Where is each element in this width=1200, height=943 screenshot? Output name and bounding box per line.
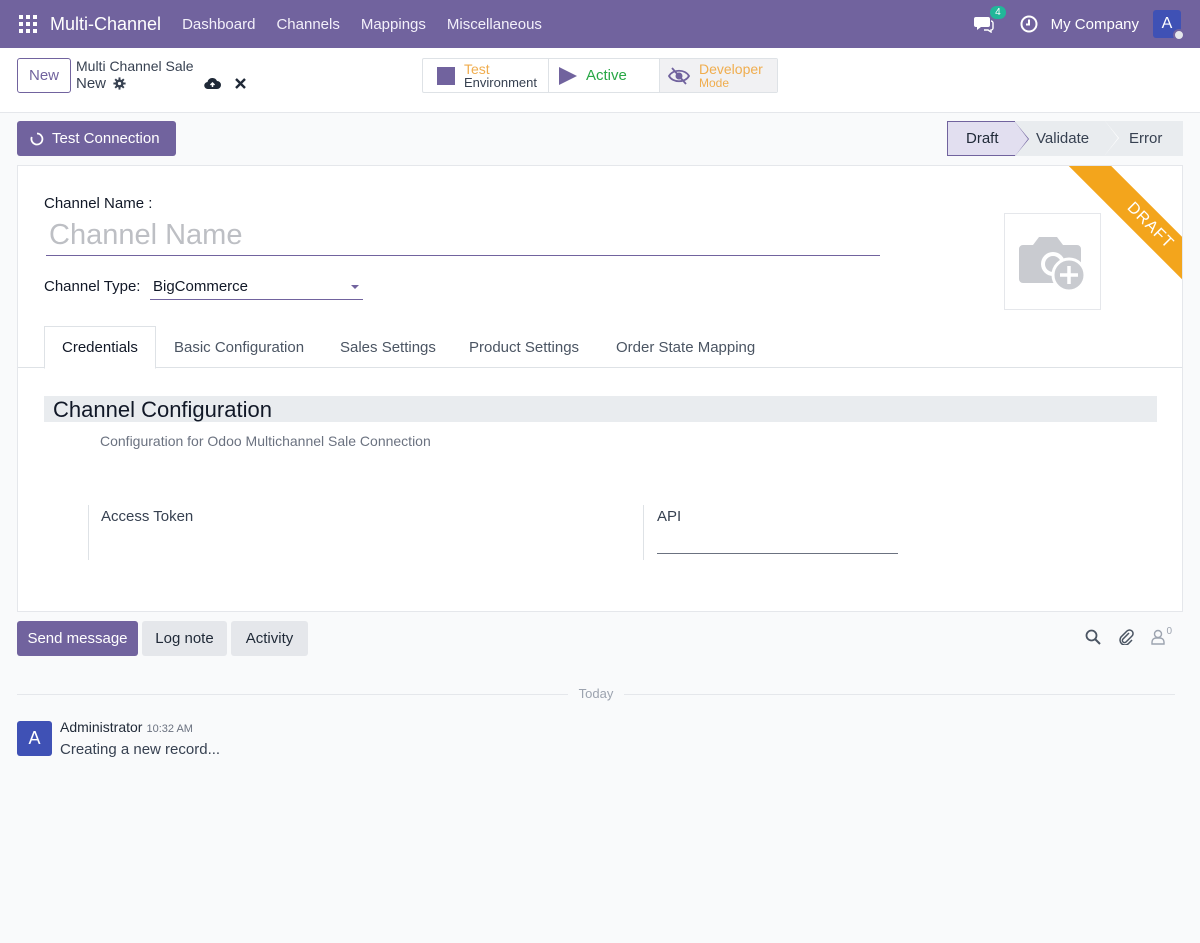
channel-name-label: Channel Name : <box>44 195 153 212</box>
section-description: Configuration for Odoo Multichannel Sale… <box>100 433 431 449</box>
access-token-setting: Access Token <box>88 505 628 560</box>
test-environment-text: Test Environment <box>464 62 537 90</box>
form-sheet: DRAFT Channel Name : Channel Type: BigCo… <box>17 165 1183 612</box>
developer-mode-text: Developer Mode <box>699 62 763 90</box>
channel-type-value: BigCommerce <box>153 277 249 295</box>
stage-error-label: Error <box>1129 130 1163 147</box>
log-note-button[interactable]: Log note <box>142 621 227 656</box>
status-bar: Draft Validate Error <box>947 121 1183 156</box>
breadcrumb-parent[interactable]: Multi Channel Sale <box>76 58 194 74</box>
apps-icon[interactable] <box>19 15 37 33</box>
message-author[interactable]: Administrator <box>60 719 142 735</box>
channel-type-select[interactable]: BigCommerce <box>150 273 363 300</box>
message-body: Creating a new record... <box>60 741 221 758</box>
notebook-tabs: Credentials Basic Configuration Sales Se… <box>18 326 1182 369</box>
cloud-upload-icon[interactable] <box>204 77 221 90</box>
breadcrumb-current-label: New <box>76 75 107 92</box>
channel-name-input[interactable] <box>46 216 880 256</box>
dev-mode-line1: Developer <box>699 60 763 77</box>
tab-sales-settings[interactable]: Sales Settings <box>340 326 436 368</box>
dev-mode-line2: Mode <box>699 75 730 90</box>
message-time: 10:32 AM <box>146 723 193 735</box>
active-label: Active <box>586 67 627 84</box>
square-icon <box>437 66 455 85</box>
access-token-label: Access Token <box>101 508 194 525</box>
user-icon <box>1151 629 1166 645</box>
test-env-line1: Test <box>464 60 490 77</box>
test-connection-label: Test Connection <box>52 130 160 147</box>
user-initial: A <box>1161 15 1173 32</box>
menu-mappings[interactable]: Mappings <box>361 16 426 33</box>
tab-product-settings[interactable]: Product Settings <box>469 326 579 368</box>
company-switcher[interactable]: My Company <box>1051 16 1139 33</box>
new-button[interactable]: New <box>17 58 71 93</box>
followers-count: 0 <box>1166 625 1172 637</box>
smart-buttons: Test Environment Active Developer Mode <box>422 58 778 93</box>
user-avatar[interactable]: A <box>1153 10 1185 41</box>
tab-order-state-mapping[interactable]: Order State Mapping <box>616 326 755 368</box>
test-env-line2: Environment <box>464 74 537 90</box>
tab-credentials[interactable]: Credentials <box>44 326 156 369</box>
breadcrumb-current: New <box>76 75 126 92</box>
menu-channels[interactable]: Channels <box>276 16 339 33</box>
send-message-button[interactable]: Send message <box>17 621 138 656</box>
clock-icon[interactable] <box>1020 15 1038 33</box>
eye-slash-icon <box>668 66 690 85</box>
presence-dot <box>1173 29 1185 41</box>
search-icon[interactable] <box>1085 629 1102 645</box>
message-header: Administrator 10:32 AM <box>60 719 193 735</box>
test-environment-button[interactable]: Test Environment <box>423 59 549 92</box>
section-header: Channel Configuration <box>44 396 1157 422</box>
messages-badge: 4 <box>990 6 1006 19</box>
test-connection-button[interactable]: Test Connection <box>17 121 176 156</box>
gear-icon[interactable] <box>113 77 126 90</box>
api-label: API <box>657 508 682 525</box>
menu-miscellaneous[interactable]: Miscellaneous <box>447 16 542 33</box>
active-button[interactable]: Active <box>549 59 660 92</box>
control-panel: New Multi Channel Sale New Test Environm… <box>0 48 1200 113</box>
refresh-icon <box>30 132 44 145</box>
api-input[interactable] <box>657 535 898 554</box>
camera-plus-icon <box>1018 236 1086 292</box>
paperclip-icon[interactable] <box>1118 629 1135 645</box>
message-avatar[interactable]: A <box>17 721 52 756</box>
play-icon <box>559 66 577 85</box>
section-title: Channel Configuration <box>53 397 272 422</box>
stage-validate-label: Validate <box>1036 130 1090 147</box>
caret-down-icon <box>351 285 359 289</box>
chevron-shape <box>1015 122 1028 156</box>
stage-draft-label: Draft <box>966 130 999 147</box>
activity-button[interactable]: Activity <box>231 621 308 656</box>
api-setting: API <box>643 505 903 560</box>
channel-image-upload[interactable] <box>1004 213 1101 310</box>
chat-icon[interactable]: 4 <box>973 6 1006 33</box>
close-icon[interactable] <box>235 78 246 89</box>
channel-type-label: Channel Type: <box>44 278 141 295</box>
stage-draft[interactable]: Draft <box>947 121 1029 156</box>
app-name[interactable]: Multi-Channel <box>50 14 161 35</box>
tab-basic-configuration[interactable]: Basic Configuration <box>174 326 304 368</box>
chevron-shape <box>1105 121 1118 155</box>
date-separator-label: Today <box>568 686 624 701</box>
followers-button[interactable]: 0 <box>1151 625 1172 645</box>
chatter-toolbar: 0 <box>1068 625 1172 645</box>
developer-mode-button[interactable]: Developer Mode <box>660 59 777 92</box>
top-navbar: Multi-Channel Dashboard Channels Mapping… <box>0 0 1200 48</box>
menu-dashboard[interactable]: Dashboard <box>182 16 255 33</box>
